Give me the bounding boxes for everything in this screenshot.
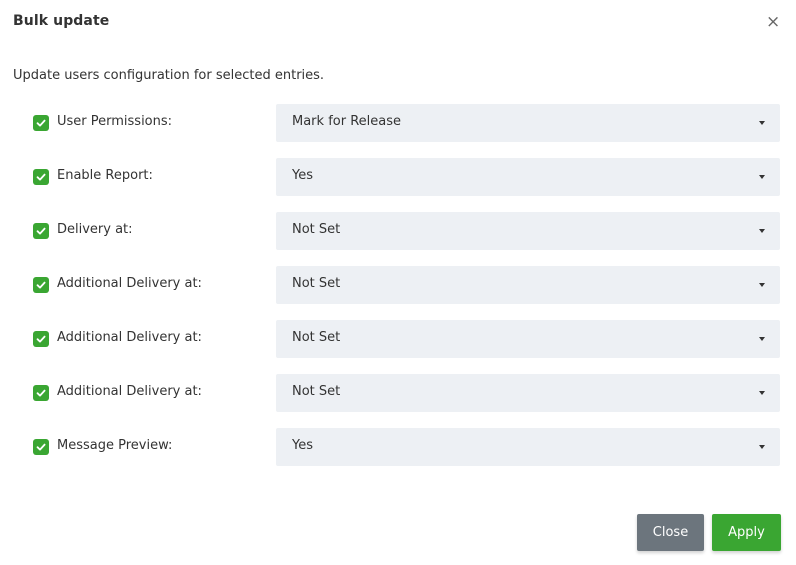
- setting-label: Additional Delivery at:: [57, 384, 202, 399]
- close-icon[interactable]: ×: [766, 14, 780, 31]
- setting-row-delivery-at: Delivery at: Not Set: [0, 212, 796, 250]
- setting-row-additional-delivery-3: Additional Delivery at: Not Set: [0, 374, 796, 412]
- check-icon: [36, 335, 46, 343]
- message-preview-checkbox[interactable]: [33, 439, 49, 455]
- check-icon: [36, 389, 46, 397]
- select-value: Not Set: [292, 276, 341, 291]
- delivery-at-checkbox[interactable]: [33, 223, 49, 239]
- select-value: Mark for Release: [292, 114, 401, 129]
- setting-label: Additional Delivery at:: [57, 330, 202, 345]
- setting-row-user-permissions: User Permissions: Mark for Release: [0, 104, 796, 142]
- user-permissions-select[interactable]: Mark for Release: [276, 104, 780, 142]
- caret-down-icon: [759, 283, 765, 287]
- select-value: Not Set: [292, 384, 341, 399]
- dialog-title: Bulk update: [13, 13, 110, 29]
- additional-delivery-1-select[interactable]: Not Set: [276, 266, 780, 304]
- select-value: Not Set: [292, 330, 341, 345]
- setting-label: Message Preview:: [57, 438, 173, 453]
- check-icon: [36, 443, 46, 451]
- select-value: Not Set: [292, 222, 341, 237]
- setting-label: Additional Delivery at:: [57, 276, 202, 291]
- additional-delivery-3-checkbox[interactable]: [33, 385, 49, 401]
- check-icon: [36, 119, 46, 127]
- caret-down-icon: [759, 175, 765, 179]
- setting-label: User Permissions:: [57, 114, 173, 129]
- dialog-header: Bulk update ×: [0, 0, 796, 46]
- bulk-update-dialog: Bulk update × Update users configuration…: [0, 0, 796, 565]
- setting-label: Delivery at:: [57, 222, 133, 237]
- check-icon: [36, 281, 46, 289]
- additional-delivery-3-select[interactable]: Not Set: [276, 374, 780, 412]
- caret-down-icon: [759, 229, 765, 233]
- additional-delivery-2-select[interactable]: Not Set: [276, 320, 780, 358]
- close-button[interactable]: Close: [637, 514, 704, 551]
- user-permissions-checkbox[interactable]: [33, 115, 49, 131]
- dialog-description: Update users configuration for selected …: [13, 68, 325, 83]
- additional-delivery-2-checkbox[interactable]: [33, 331, 49, 347]
- setting-row-additional-delivery-2: Additional Delivery at: Not Set: [0, 320, 796, 358]
- caret-down-icon: [759, 391, 765, 395]
- setting-row-additional-delivery-1: Additional Delivery at: Not Set: [0, 266, 796, 304]
- setting-row-enable-report: Enable Report: Yes: [0, 158, 796, 196]
- check-icon: [36, 173, 46, 181]
- check-icon: [36, 227, 46, 235]
- delivery-at-select[interactable]: Not Set: [276, 212, 780, 250]
- enable-report-checkbox[interactable]: [33, 169, 49, 185]
- select-value: Yes: [292, 168, 313, 183]
- message-preview-select[interactable]: Yes: [276, 428, 780, 466]
- enable-report-select[interactable]: Yes: [276, 158, 780, 196]
- apply-button[interactable]: Apply: [712, 514, 781, 551]
- additional-delivery-1-checkbox[interactable]: [33, 277, 49, 293]
- select-value: Yes: [292, 438, 313, 453]
- setting-label: Enable Report:: [57, 168, 153, 183]
- caret-down-icon: [759, 445, 765, 449]
- caret-down-icon: [759, 337, 765, 341]
- caret-down-icon: [759, 121, 765, 125]
- setting-row-message-preview: Message Preview: Yes: [0, 428, 796, 466]
